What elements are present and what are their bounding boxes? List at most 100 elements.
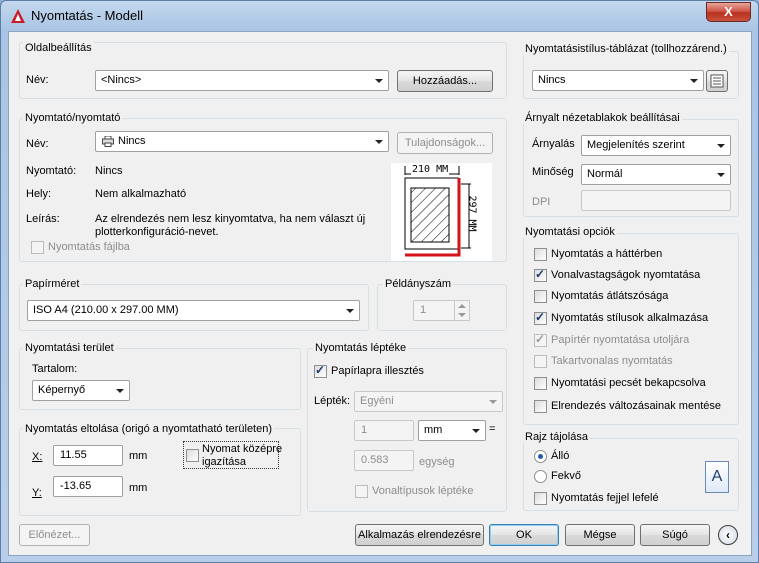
scale-label: Lépték: [314, 395, 351, 407]
edit-plot-style-button[interactable] [706, 70, 728, 92]
paper-size-title: Papírméret [23, 278, 82, 290]
plot-style-table-title: Nyomtatásistílus-táblázat (tollhozzárend… [523, 43, 729, 55]
autocad-logo-icon [11, 9, 25, 23]
plot-option-checkbox[interactable]: Nyomtatás átlátszósága [534, 290, 668, 304]
plot-option-checkbox[interactable]: Takartvonalas nyomtatás [534, 355, 673, 369]
printer-name-value: Nincs [118, 135, 146, 147]
center-plot-line1: Nyomat középre [202, 443, 283, 455]
preview-width-label: 210 MM [411, 164, 450, 175]
scale-unit-select[interactable]: mm [418, 420, 486, 441]
orientation-title: Rajz tájolása [523, 431, 590, 443]
landscape-radio[interactable]: Fekvő [534, 470, 581, 484]
scale-value1-input[interactable]: 1 [354, 420, 414, 441]
printer-name-select[interactable]: Nincs [95, 131, 389, 152]
plot-option-label: Takartvonalas nyomtatás [551, 355, 673, 367]
shade-value: Megjelenítés szerint [587, 139, 685, 151]
fit-to-paper-checkbox[interactable]: Papírlapra illesztés [314, 364, 424, 379]
collapse-options-button[interactable]: ‹ [718, 525, 738, 545]
table-edit-icon [710, 74, 724, 88]
printer-name-label: Név: [26, 138, 49, 150]
chevron-down-icon [690, 79, 698, 83]
printer-icon [102, 136, 114, 147]
plot-option-checkbox[interactable]: Vonalvastagságok nyomtatása [534, 268, 701, 283]
chevron-down-icon [489, 400, 497, 404]
cancel-button[interactable]: Mégse [565, 524, 635, 546]
chevron-left-icon: ‹ [726, 528, 730, 542]
plot-option-checkbox[interactable]: Nyomtatási pecsét bekapcsolva [534, 377, 706, 391]
preview-button[interactable]: Előnézet... [19, 524, 90, 546]
plot-option-label: Nyomtatás átlátszósága [551, 290, 669, 302]
chevron-down-icon [717, 173, 725, 177]
page-setup-name-label: Név: [26, 74, 49, 86]
plot-option-label: Vonalvastagságok nyomtatása [551, 269, 701, 281]
shaded-viewport-title: Árnyalt nézetablakok beállításai [523, 112, 682, 124]
plot-area-what-label: Tartalom: [32, 363, 78, 375]
dpi-input[interactable] [581, 190, 731, 211]
scale-select[interactable]: Egyéni [354, 391, 503, 412]
plot-option-checkbox[interactable]: Papírtér nyomtatása utoljára [534, 333, 690, 348]
checkbox-box [314, 364, 327, 378]
print-to-file-label: Nyomtatás fájlba [48, 241, 130, 253]
checkbox-box [534, 355, 547, 368]
scale-lineweights-label: Vonaltípusok léptéke [372, 485, 474, 497]
plot-options-title: Nyomtatási opciók [523, 226, 617, 238]
scale-lineweights-checkbox[interactable]: Vonaltípusok léptéke [355, 485, 474, 499]
plot-style-table-value: Nincs [538, 74, 566, 86]
plot-area-select[interactable]: Képernyő [32, 380, 130, 401]
checkbox-box [355, 485, 368, 498]
paper-size-select[interactable]: ISO A4 (210.00 x 297.00 MM) [27, 300, 360, 321]
preview-height-label: 297 MM [466, 195, 478, 232]
copies-spinner[interactable] [454, 300, 470, 321]
apply-to-layout-button[interactable]: Alkalmazás elrendezésre [355, 524, 484, 546]
page-setup-title: Oldalbeállítás [23, 42, 94, 54]
chevron-down-icon [375, 79, 383, 83]
ok-button[interactable]: OK [489, 524, 559, 546]
checkbox-box [186, 449, 199, 462]
paper-size-value: ISO A4 (210.00 x 297.00 MM) [33, 304, 179, 316]
description-line1: Az elrendezés nem lesz kinyomtatva, ha n… [95, 213, 366, 225]
plot-area-title: Nyomtatási terület [23, 342, 116, 354]
page-setup-name-select[interactable]: <Nincs> [95, 70, 389, 91]
checkbox-box [534, 311, 547, 325]
center-plot-checkbox[interactable]: Nyomat középre igazítása [183, 441, 283, 469]
offset-x-input[interactable]: 11.55 [53, 445, 123, 466]
description-label: Leírás: [26, 213, 60, 225]
plotter-value: Nincs [95, 165, 123, 177]
page-setup-name-value: <Nincs> [101, 74, 142, 86]
chevron-down-icon [472, 429, 480, 433]
checkbox-box [534, 400, 547, 413]
close-icon: X [724, 4, 733, 19]
plot-style-table-select[interactable]: Nincs [532, 70, 704, 91]
spin-up-icon [458, 304, 466, 308]
plotter-label: Nyomtató: [26, 165, 77, 177]
plot-option-label: Papírtér nyomtatása utoljára [551, 334, 690, 346]
where-value: Nem alkalmazható [95, 188, 187, 200]
plot-scale-title: Nyomtatás léptéke [313, 342, 409, 354]
plot-offset-title: Nyomtatás eltolása (origó a nyomtatható … [23, 423, 275, 435]
scale-value2-input[interactable]: 0.583 [354, 450, 414, 471]
checkbox-box [534, 268, 547, 282]
plot-area-value: Képernyő [38, 384, 86, 396]
landscape-label: Fekvő [551, 470, 581, 482]
dpi-label: DPI [532, 196, 551, 208]
title-bar: Nyomtatás - Modell X [1, 1, 758, 31]
chevron-down-icon [375, 140, 383, 144]
radio-dot [534, 450, 547, 463]
copies-input[interactable]: 1 [413, 300, 457, 321]
help-button[interactable]: Súgó [640, 524, 710, 546]
print-to-file-checkbox[interactable]: Nyomtatás fájlba [31, 241, 130, 255]
add-page-setup-button[interactable]: Hozzáadás... [397, 70, 493, 92]
printer-properties-button[interactable]: Tulajdonságok... [397, 132, 493, 154]
upside-down-checkbox[interactable]: Nyomtatás fejjel lefelé [534, 492, 659, 506]
quality-select[interactable]: Normál [581, 164, 731, 185]
plot-option-checkbox[interactable]: Nyomtatás a háttérben [534, 248, 662, 262]
shade-select[interactable]: Megjelenítés szerint [581, 135, 731, 156]
plot-option-checkbox[interactable]: Elrendezés változásainak mentése [534, 400, 721, 414]
close-button[interactable]: X [706, 2, 751, 22]
orientation-preview: A [705, 461, 729, 493]
plot-option-checkbox[interactable]: Nyomtatás stílusok alkalmazása [534, 311, 708, 326]
spin-down-icon [458, 313, 466, 317]
offset-y-input[interactable]: -13.65 [53, 476, 123, 497]
orientation-letter-icon: A [711, 468, 723, 485]
portrait-radio[interactable]: Álló [534, 450, 569, 464]
